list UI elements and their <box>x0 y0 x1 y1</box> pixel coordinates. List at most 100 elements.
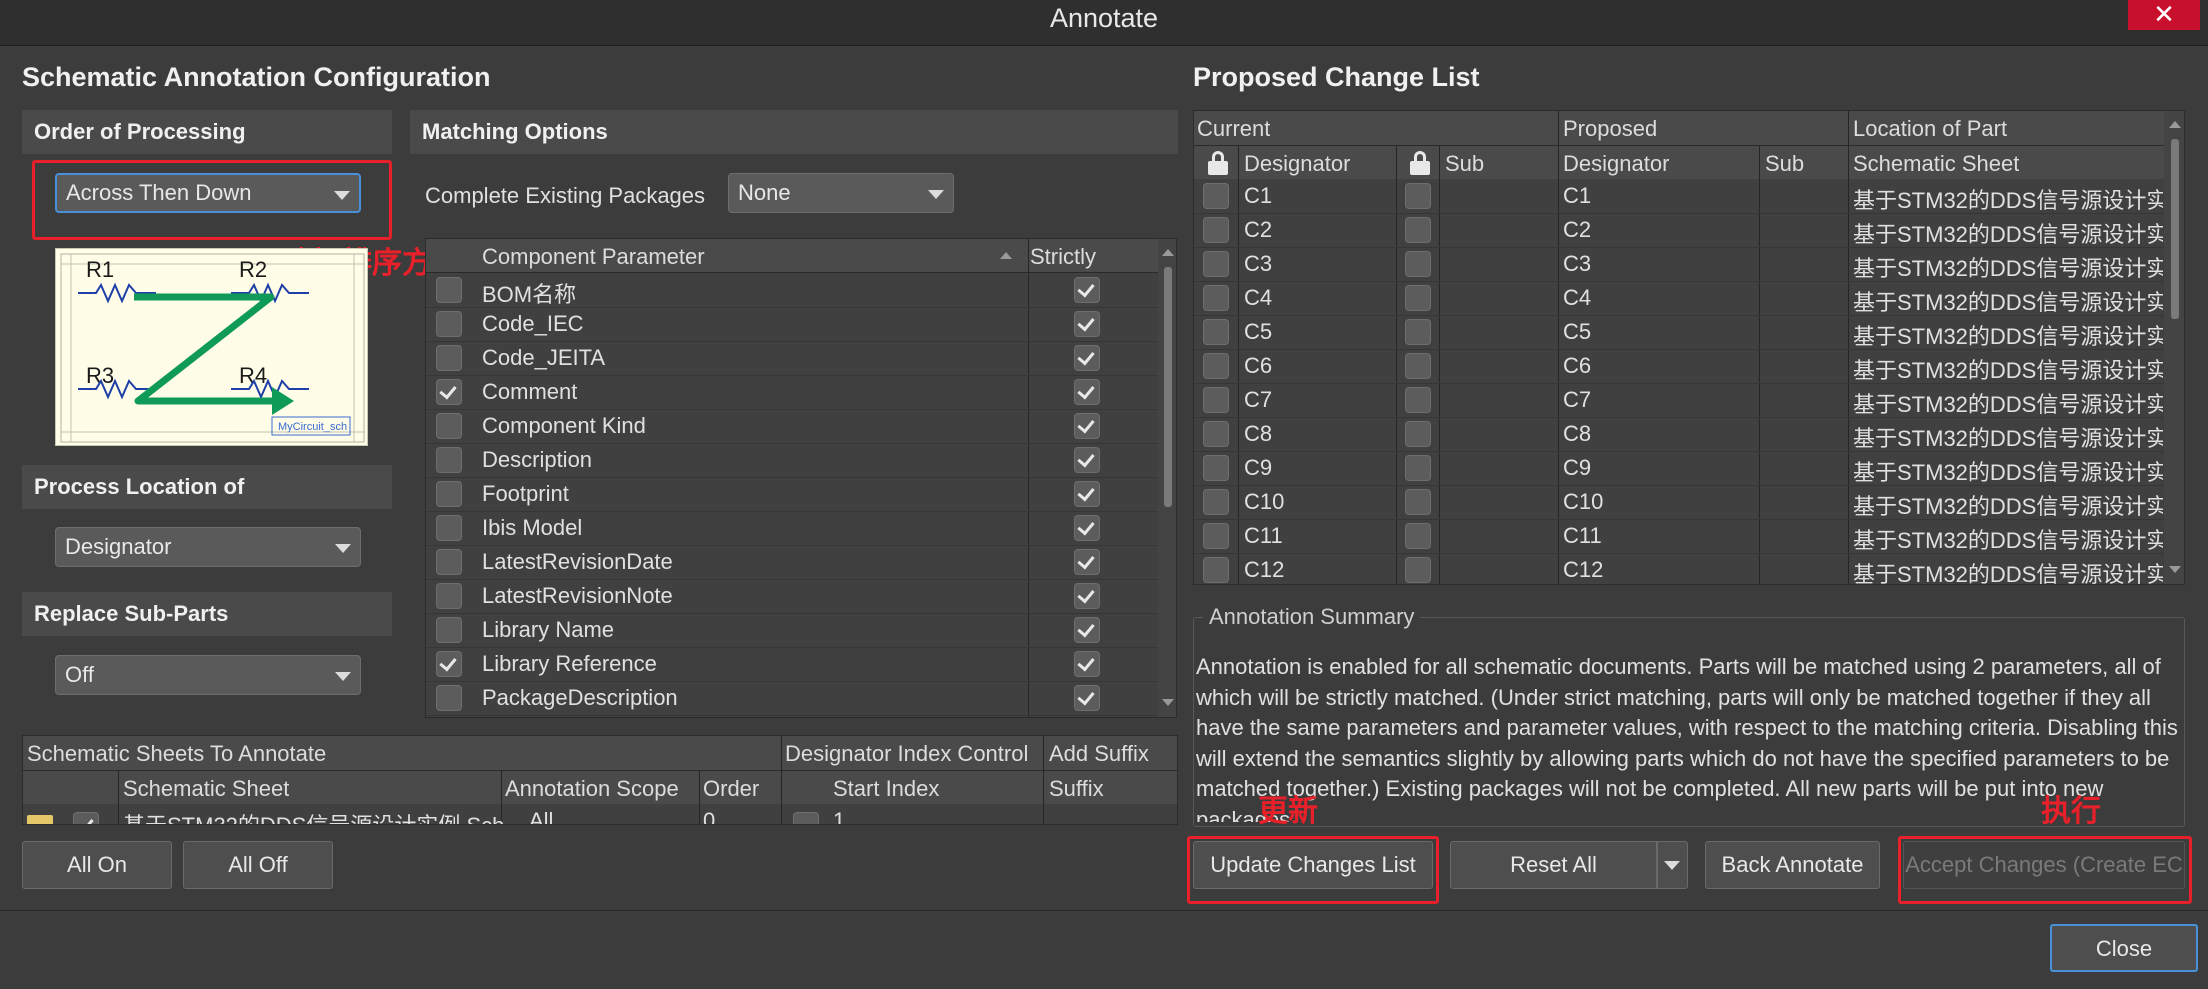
lock-designator-checkbox[interactable] <box>1203 285 1229 311</box>
reset-all-button[interactable]: Reset All <box>1450 841 1657 889</box>
lock-sub-checkbox[interactable] <box>1405 183 1431 209</box>
close-button[interactable]: Close <box>2050 924 2198 972</box>
lock-designator-checkbox[interactable] <box>1203 353 1229 379</box>
parameter-checkbox[interactable] <box>436 277 462 303</box>
parameter-checkbox[interactable] <box>436 685 462 711</box>
strictly-checkbox[interactable] <box>1074 311 1100 337</box>
lock-designator-checkbox[interactable] <box>1203 183 1229 209</box>
back-annotate-button[interactable]: Back Annotate <box>1705 841 1880 889</box>
strictly-checkbox[interactable] <box>1074 515 1100 541</box>
change-row[interactable]: C12 C12 基于STM32的DDS信号源设计实 <box>1194 554 2164 584</box>
parameter-checkbox[interactable] <box>436 379 462 405</box>
change-row[interactable]: C7 C7 基于STM32的DDS信号源设计实 <box>1194 384 2164 418</box>
lock-designator-checkbox[interactable] <box>1203 319 1229 345</box>
sheet-scope[interactable]: All <box>505 808 554 824</box>
all-off-button[interactable]: All Off <box>183 841 333 889</box>
parameter-row[interactable]: LatestRevisionDate <box>426 546 1158 580</box>
parameter-checkbox[interactable] <box>436 345 462 371</box>
strictly-checkbox[interactable] <box>1074 583 1100 609</box>
parameter-checkbox[interactable] <box>436 447 462 473</box>
parameter-row[interactable]: Library Reference <box>426 648 1158 682</box>
all-on-button[interactable]: All On <box>22 841 172 889</box>
lock-sub-checkbox[interactable] <box>1405 421 1431 447</box>
lock-sub-checkbox[interactable] <box>1405 251 1431 277</box>
sheet-enable-checkbox[interactable] <box>73 812 99 824</box>
strictly-checkbox[interactable] <box>1074 379 1100 405</box>
strictly-checkbox[interactable] <box>1074 413 1100 439</box>
change-row[interactable]: C6 C6 基于STM32的DDS信号源设计实 <box>1194 350 2164 384</box>
lock-sub-checkbox[interactable] <box>1405 387 1431 413</box>
col-proposed-designator[interactable]: Designator <box>1563 151 1669 177</box>
strictly-checkbox[interactable] <box>1074 481 1100 507</box>
change-row[interactable]: C9 C9 基于STM32的DDS信号源设计实 <box>1194 452 2164 486</box>
lock-sub-checkbox[interactable] <box>1405 523 1431 549</box>
lock-sub-checkbox[interactable] <box>1405 489 1431 515</box>
parameter-checkbox[interactable] <box>436 515 462 541</box>
parameter-checkbox[interactable] <box>436 549 462 575</box>
parameter-scrollbar[interactable] <box>1158 239 1176 717</box>
lock-designator-checkbox[interactable] <box>1203 251 1229 277</box>
strictly-checkbox[interactable] <box>1074 651 1100 677</box>
change-row[interactable]: C4 C4 基于STM32的DDS信号源设计实 <box>1194 282 2164 316</box>
parameter-row[interactable]: Library Name <box>426 614 1158 648</box>
parameter-row[interactable]: Footprint <box>426 478 1158 512</box>
col-schematic-sheet[interactable]: Schematic Sheet <box>1853 151 2019 177</box>
change-row[interactable]: C3 C3 基于STM32的DDS信号源设计实 <box>1194 248 2164 282</box>
process-location-select[interactable]: Designator <box>55 527 361 567</box>
change-row[interactable]: C11 C11 基于STM32的DDS信号源设计实 <box>1194 520 2164 554</box>
replace-subparts-select[interactable]: Off <box>55 655 361 695</box>
parameter-row[interactable]: Ibis Model <box>426 512 1158 546</box>
lock-sub-checkbox[interactable] <box>1405 285 1431 311</box>
change-row[interactable]: C10 C10 基于STM32的DDS信号源设计实 <box>1194 486 2164 520</box>
parameter-row[interactable]: Comment <box>426 376 1158 410</box>
col-current-designator[interactable]: Designator <box>1244 151 1350 177</box>
change-row[interactable]: C8 C8 基于STM32的DDS信号源设计实 <box>1194 418 2164 452</box>
parameter-checkbox[interactable] <box>436 583 462 609</box>
scroll-up-icon[interactable] <box>1162 249 1174 256</box>
lock-sub-checkbox[interactable] <box>1405 455 1431 481</box>
scroll-down-icon[interactable] <box>2169 566 2181 573</box>
parameter-row[interactable]: Description <box>426 444 1158 478</box>
strictly-checkbox[interactable] <box>1074 345 1100 371</box>
change-list-scrollbar[interactable] <box>2164 111 2184 584</box>
parameter-checkbox[interactable] <box>436 413 462 439</box>
scroll-thumb[interactable] <box>1164 267 1172 507</box>
lock-sub-checkbox[interactable] <box>1405 319 1431 345</box>
scroll-down-icon[interactable] <box>1162 699 1174 706</box>
change-row[interactable]: C5 C5 基于STM32的DDS信号源设计实 <box>1194 316 2164 350</box>
col-current-sub[interactable]: Sub <box>1445 151 1484 177</box>
col-proposed-sub[interactable]: Sub <box>1765 151 1804 177</box>
lock-sub-checkbox[interactable] <box>1405 217 1431 243</box>
scroll-thumb[interactable] <box>2171 139 2179 319</box>
parameter-checkbox[interactable] <box>436 617 462 643</box>
col-annotation-scope[interactable]: Annotation Scope <box>505 776 679 802</box>
reset-all-dropdown[interactable] <box>1657 841 1688 889</box>
scroll-up-icon[interactable] <box>2169 121 2181 128</box>
col-strictly[interactable]: Strictly <box>1030 244 1096 270</box>
strictly-checkbox[interactable] <box>1074 447 1100 473</box>
change-row[interactable]: C1 C1 基于STM32的DDS信号源设计实 <box>1194 180 2164 214</box>
lock-sub-checkbox[interactable] <box>1405 557 1431 583</box>
col-order[interactable]: Order <box>703 776 759 802</box>
col-start-index[interactable]: Start Index <box>833 776 939 802</box>
parameter-checkbox[interactable] <box>436 481 462 507</box>
strictly-checkbox[interactable] <box>1074 549 1100 575</box>
parameter-checkbox[interactable] <box>436 311 462 337</box>
col-component-parameter[interactable]: Component Parameter <box>482 244 705 270</box>
parameter-row[interactable]: PackageDescription <box>426 682 1158 716</box>
start-index-checkbox[interactable] <box>793 812 819 824</box>
change-row[interactable]: C2 C2 基于STM32的DDS信号源设计实 <box>1194 214 2164 248</box>
sheet-order[interactable]: 0 <box>703 808 715 824</box>
strictly-checkbox[interactable] <box>1074 685 1100 711</box>
lock-designator-checkbox[interactable] <box>1203 557 1229 583</box>
strictly-checkbox[interactable] <box>1074 277 1100 303</box>
parameter-row[interactable]: BOM名称 <box>426 274 1158 308</box>
col-suffix[interactable]: Suffix <box>1049 776 1104 802</box>
lock-designator-checkbox[interactable] <box>1203 387 1229 413</box>
complete-packages-select[interactable]: None <box>728 173 954 213</box>
parameter-checkbox[interactable] <box>436 651 462 677</box>
parameter-row[interactable]: Code_IEC <box>426 308 1158 342</box>
lock-sub-checkbox[interactable] <box>1405 353 1431 379</box>
lock-designator-checkbox[interactable] <box>1203 421 1229 447</box>
lock-designator-checkbox[interactable] <box>1203 217 1229 243</box>
